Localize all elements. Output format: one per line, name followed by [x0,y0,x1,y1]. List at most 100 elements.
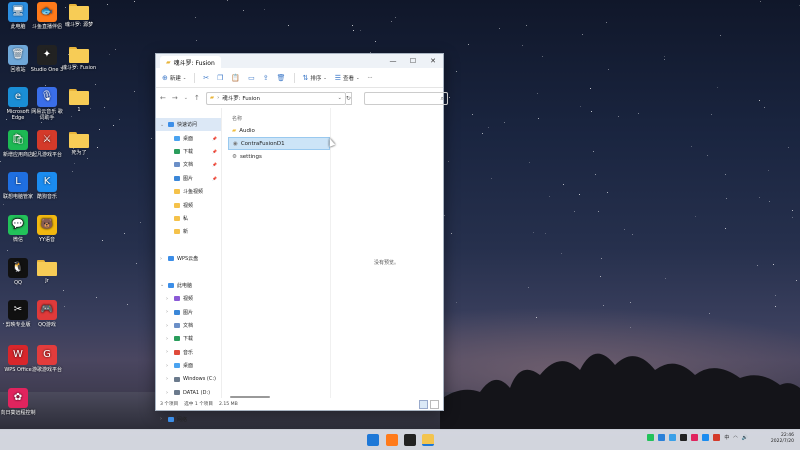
sidebar-item[interactable]: 私 [156,212,221,225]
desktop-shortcut[interactable]: ✿ 向日葵远程控制 [0,388,36,416]
refresh-button[interactable]: ↻ [345,91,352,105]
desktop-shortcut[interactable]: G 游歌游戏平台 [29,345,65,373]
desktop-shortcut[interactable]: 🎮 QQ游戏 [29,300,65,328]
app-tray-icon[interactable] [713,434,721,441]
app-tray-icon[interactable] [702,434,710,441]
close-button[interactable]: ✕ [423,54,443,68]
sidebar-item[interactable]: › 视频 [156,292,221,305]
qq-tray-icon[interactable] [680,434,688,441]
app-tray-icon[interactable] [691,434,699,441]
clock-date: 2022/7/20 [770,439,794,444]
expand-chevron-icon[interactable]: › [166,336,171,342]
sidebar-item[interactable]: 桌面 📌 [156,131,221,144]
maximize-button[interactable]: ☐ [403,54,423,68]
chevron-down-icon: ⌄ [356,75,360,80]
file-row[interactable]: ▰ Audio [228,124,330,137]
sort-button[interactable]: ⇅ 排序 ⌄ [303,74,327,82]
column-header-name[interactable]: 名称 [222,112,443,124]
desktop-shortcut-label: 死为了 [71,150,87,156]
paste-button[interactable]: 📋 [231,74,240,82]
sidebar-item[interactable]: › WPS云盘 [156,252,221,265]
delete-button[interactable]: 🗑 [277,74,286,82]
sidebar-item-label: 图片 [183,175,194,182]
app-icon: 🛍 [8,130,28,150]
sidebar-item[interactable]: › 图片 [156,305,221,318]
file-row[interactable]: ◉ ContraFusionD1 [228,137,330,150]
sidebar-item[interactable]: 视频 [156,198,221,211]
desktop-shortcut[interactable]: 死为了 [61,130,97,156]
new-button[interactable]: ⊕ 新建 ⌄ [162,74,186,82]
desktop-shortcut[interactable]: 1 [61,87,97,113]
sidebar-item[interactable]: › 文档 [156,319,221,332]
sidebar-item[interactable]: ⌄ 快速访问 [156,118,221,132]
file-row[interactable]: ⚙ settings [228,150,330,163]
expand-chevron-icon[interactable]: › [166,323,171,329]
large-icons-view-button[interactable] [430,400,439,409]
sidebar-item[interactable]: › 音乐 [156,346,221,359]
back-button[interactable]: ← [160,94,166,102]
app-tray-icon[interactable] [669,434,677,441]
desktop-shortcut[interactable]: K 酷狗音乐 [29,172,65,200]
cut-button[interactable]: ✂ [203,74,209,82]
desktop-shortcut[interactable]: ⚔ 起凡游戏平台 [29,130,65,158]
expand-chevron-icon[interactable]: › [160,256,165,262]
expand-chevron-icon[interactable]: › [166,309,171,315]
more-button[interactable]: ··· [367,75,372,81]
studio-one-taskbar-icon[interactable] [404,434,416,446]
copy-button[interactable]: ❐ [217,74,223,82]
recent-locations-button[interactable]: ⌄ [184,95,188,101]
star [629,301,631,303]
preview-divider[interactable] [330,108,331,398]
address-bar[interactable]: ▰ › 魂斗罗: Fusion ⌄ [205,91,346,105]
douyu-taskbar-icon[interactable] [386,434,398,446]
desktop-shortcut[interactable]: 🎙 网易云音乐 歌词助手 [29,87,65,121]
sidebar-item[interactable]: 文档 📌 [156,158,221,171]
sidebar-item[interactable]: 新 [156,225,221,238]
app-tray-icon[interactable] [658,434,666,441]
view-button[interactable]: ☰ 查看 ⌄ [335,74,360,82]
sidebar-item[interactable]: 下载 📌 [156,145,221,158]
star [287,25,289,27]
wifi-icon[interactable]: ◠ [733,435,737,441]
rename-button[interactable]: ▭ [248,74,255,82]
file-explorer-window[interactable]: ▰ 魂斗罗: Fusion — ☐ ✕ ⊕ 新建 ⌄ ✂ ❐ 📋 ▭ ⇪ 🗑 ⇅… [155,53,448,423]
speaker-icon[interactable]: 🔊 [742,435,748,441]
desktop-shortcut[interactable]: 🐻 YY语音 [29,215,65,243]
expand-chevron-icon[interactable]: › [166,390,171,396]
sidebar-item[interactable]: 斗鱼视频 [156,185,221,198]
sidebar-item[interactable]: › 网络 [156,413,221,426]
chevron-down-icon[interactable]: ⌄ [338,95,342,101]
expand-chevron-icon[interactable]: › [166,296,171,302]
sidebar-item[interactable]: › 下载 [156,332,221,345]
up-button[interactable]: ↑ [194,94,200,102]
desktop-shortcut[interactable]: 魂斗罗: 源梦 [61,2,97,28]
location-icon [174,229,180,235]
desktop-shortcut[interactable]: ✦ Studio One 3 [29,45,65,73]
details-view-button[interactable] [419,400,428,409]
toolbar-divider [194,72,196,83]
desktop-shortcut[interactable]: 魂斗罗: Fusion [61,45,97,71]
expand-chevron-icon[interactable]: › [166,349,171,355]
minimize-button[interactable]: — [383,54,403,68]
sidebar-item[interactable]: 图片 📌 [156,172,221,185]
ime-indicator[interactable]: 中 [724,434,729,441]
sidebar-item[interactable]: › Windows (C:) [156,372,221,385]
forward-button[interactable]: → [172,94,178,102]
wechat-tray-icon[interactable] [647,434,655,441]
window-tab[interactable]: ▰ 魂斗罗: Fusion [160,56,221,68]
share-button[interactable]: ⇪ [263,74,269,82]
search-input[interactable]: ⌕ [363,91,448,105]
expand-chevron-icon[interactable]: ⌄ [160,282,165,288]
expand-chevron-icon[interactable]: › [166,363,171,369]
sidebar-item[interactable]: › 桌面 [156,359,221,372]
desktop-shortcut[interactable]: Jr [29,258,65,284]
sidebar-item[interactable]: ⌄ 此电脑 [156,279,221,292]
clock[interactable]: 22:46 2022/7/20 [771,433,794,445]
start-button[interactable] [367,434,379,446]
expand-chevron-icon[interactable]: › [166,376,171,382]
title-bar[interactable]: ▰ 魂斗罗: Fusion — ☐ ✕ [156,54,443,68]
expand-chevron-icon[interactable]: › [160,416,165,422]
desktop-shortcut[interactable]: 🐟 斗鱼直播伴侣 [29,2,65,30]
explorer-taskbar-icon[interactable] [422,434,434,446]
expand-chevron-icon[interactable]: ⌄ [160,122,165,128]
